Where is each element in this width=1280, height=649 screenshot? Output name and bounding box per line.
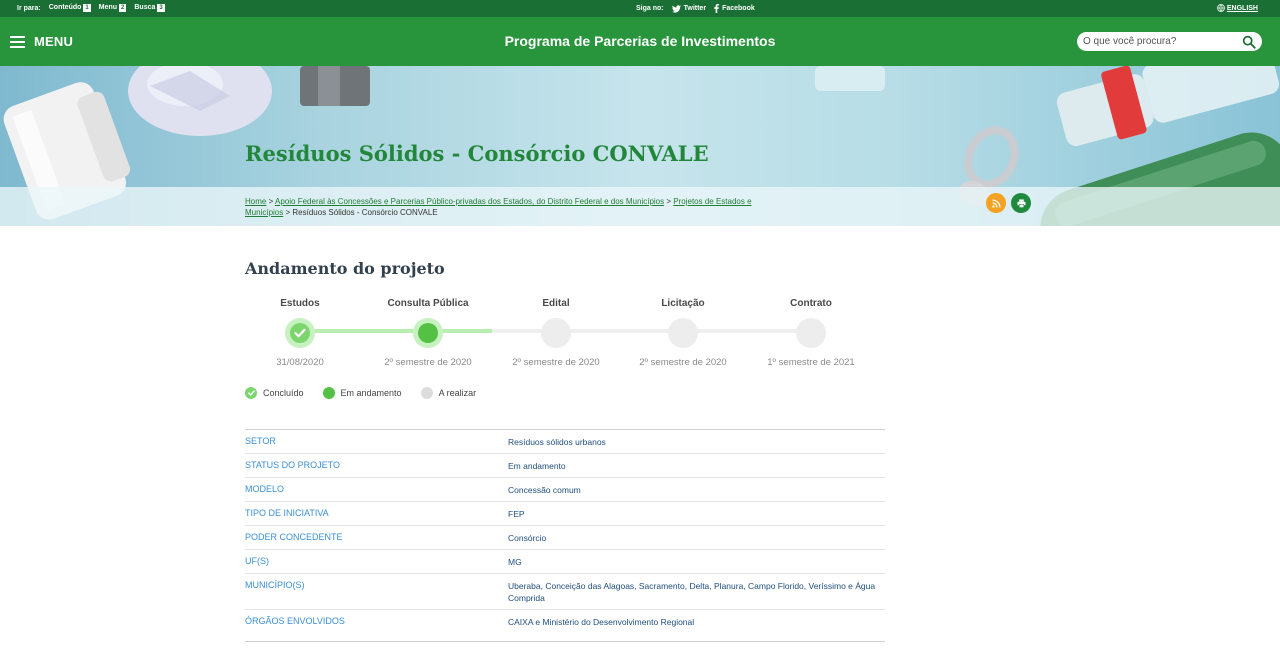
detail-key-poder-concedente: PODER CONCEDENTE — [245, 532, 343, 542]
stage-label-consulta-publica: Consulta Pública — [387, 298, 469, 309]
progress-title: Andamento do projeto — [245, 259, 445, 278]
skip-link-content[interactable]: Conteúdo 1 — [49, 4, 91, 12]
search-icon[interactable] — [1242, 35, 1256, 49]
detail-value-tipo-iniciativa: FEP — [508, 509, 525, 519]
breadcrumb-home[interactable]: Home — [245, 197, 266, 206]
follow-label: Siga no: — [636, 5, 664, 12]
detail-key-status: STATUS DO PROJETO — [245, 460, 341, 470]
detail-key-uf: UF(S) — [245, 556, 269, 566]
stage-dot-licitacao — [668, 318, 698, 348]
stage-date-consulta-publica: 2º semestre de 2020 — [384, 357, 472, 368]
stage-date-estudos: 31/08/2020 — [276, 357, 324, 368]
legend-pending-dot — [420, 387, 433, 399]
stage-label-edital: Edital — [542, 298, 570, 309]
progress-legend: Concluído Em andamento A realizar — [245, 387, 495, 399]
stage-date-edital: 2º semestre de 2020 — [512, 357, 600, 368]
table-row: SETOR Resíduos sólidos urbanos — [245, 430, 885, 454]
detail-value-municipios: Uberaba, Conceição das Alagoas, Sacramen… — [508, 581, 876, 603]
legend-pending: A realizar — [420, 387, 476, 399]
stage-date-contrato: 1º semestre de 2021 — [767, 357, 855, 368]
check-icon — [294, 328, 306, 338]
skip-links: Ir para: Conteúdo 1 Menu 2 Busca 3 — [17, 4, 165, 12]
legend-done: Concluído — [245, 387, 304, 399]
detail-key-setor: SETOR — [245, 436, 276, 446]
breadcrumb: Home > Apoio Federal às Concessões e Par… — [245, 197, 752, 217]
site-header: MENU Programa de Parcerias de Investimen… — [0, 17, 1280, 66]
rss-button[interactable] — [986, 193, 1006, 213]
skip-link-search[interactable]: Busca 3 — [134, 4, 165, 12]
detail-value-setor: Resíduos sólidos urbanos — [508, 437, 606, 447]
twitter-icon — [671, 4, 681, 13]
facebook-link[interactable]: Facebook — [714, 4, 755, 13]
stage-dot-estudos — [285, 318, 315, 348]
breadcrumb-current: Resíduos Sólidos - Consórcio CONVALE — [292, 208, 438, 217]
detail-key-tipo-iniciativa: TIPO DE INICIATIVA — [245, 508, 329, 518]
table-row: STATUS DO PROJETO Em andamento — [245, 454, 885, 478]
breadcrumb-apoio-federal[interactable]: Apoio Federal às Concessões e Parcerias … — [275, 197, 664, 206]
page-banner: Resíduos Sólidos - Consórcio CONVALE Hom… — [0, 66, 1280, 226]
globe-icon — [1217, 4, 1225, 12]
language-link[interactable]: ENGLISH — [1217, 4, 1258, 12]
table-row: PODER CONCEDENTE Consórcio — [245, 526, 885, 550]
project-details-table: SETOR Resíduos sólidos urbanos STATUS DO… — [245, 429, 885, 642]
stage-label-estudos: Estudos — [280, 298, 320, 309]
detail-value-uf: MG — [508, 557, 522, 567]
legend-current: Em andamento — [322, 387, 402, 399]
print-button[interactable] — [1011, 193, 1031, 213]
table-row: TIPO DE INICIATIVA FEP — [245, 502, 885, 526]
skip-label: Ir para: — [17, 4, 41, 12]
progress-timeline: Estudos 31/08/2020 Consulta Pública 2º s… — [245, 298, 885, 378]
print-icon — [1016, 198, 1026, 208]
page-title: Resíduos Sólidos - Consórcio CONVALE — [245, 141, 709, 166]
stage-label-contrato: Contrato — [790, 298, 832, 309]
facebook-icon — [714, 4, 719, 13]
stage-dot-edital — [541, 318, 571, 348]
detail-value-poder-concedente: Consórcio — [508, 533, 547, 543]
progress-track-done — [300, 329, 428, 333]
detail-key-modelo: MODELO — [245, 484, 285, 494]
detail-value-orgaos: CAIXA e Ministério do Desenvolvimento Re… — [508, 617, 695, 627]
detail-value-modelo: Concessão comum — [508, 485, 581, 495]
detail-key-municipios: MUNICÍPIO(S) — [245, 580, 305, 590]
legend-check-icon — [245, 387, 257, 399]
legend-current-dot — [322, 387, 335, 399]
detail-key-orgaos: ÓRGÃOS ENVOLVIDOS — [245, 616, 345, 626]
twitter-link[interactable]: Twitter — [671, 4, 706, 13]
table-row: MUNICÍPIO(S) Uberaba, Conceição das Alag… — [245, 574, 885, 610]
social-links: Siga no: Twitter Facebook — [636, 4, 755, 13]
stage-label-licitacao: Licitação — [661, 298, 705, 309]
search-input[interactable] — [1083, 36, 1233, 47]
progress-track-pending — [492, 329, 812, 333]
rss-icon — [991, 198, 1001, 208]
stage-date-licitacao: 2º semestre de 2020 — [639, 357, 727, 368]
stage-dot-contrato — [796, 318, 826, 348]
search-box — [1077, 32, 1262, 51]
table-row: ÓRGÃOS ENVOLVIDOS CAIXA e Ministério do … — [245, 610, 885, 641]
table-row: MODELO Concessão comum — [245, 478, 885, 502]
detail-value-status: Em andamento — [508, 461, 566, 471]
accessibility-bar: Ir para: Conteúdo 1 Menu 2 Busca 3 Siga no:… — [0, 0, 1280, 17]
table-row: UF(S) MG — [245, 550, 885, 574]
stage-dot-consulta-publica — [413, 318, 443, 348]
skip-link-menu[interactable]: Menu 2 — [99, 4, 127, 12]
